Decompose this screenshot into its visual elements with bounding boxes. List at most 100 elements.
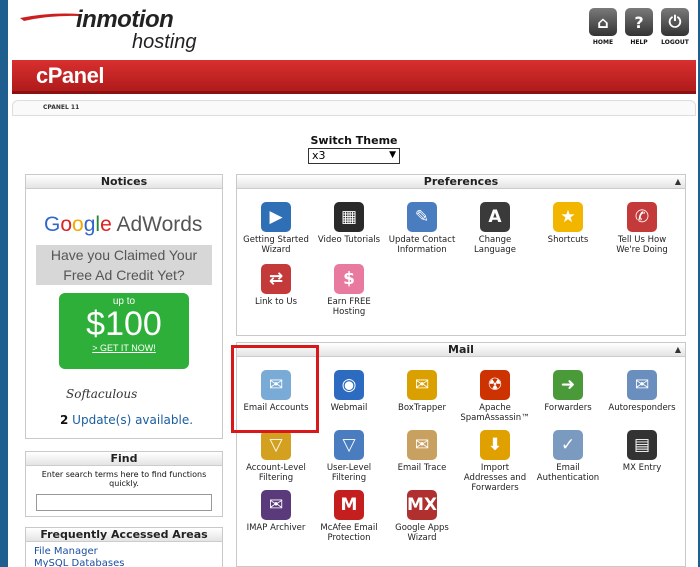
offer-button[interactable]: up to $100 > GET IT NOW! [59, 293, 189, 369]
home-icon: ⌂ [589, 8, 617, 36]
claim-line-2: Free Ad Credit Yet? [63, 267, 185, 283]
link-mysql-databases[interactable]: MySQL Databases [34, 558, 222, 567]
logo-letter: G [44, 213, 61, 236]
offer-cta: > GET IT NOW! [92, 343, 156, 353]
item-autoresponder[interactable]: ✉ Autoresponders [605, 367, 679, 413]
trace-icon: ✉ [407, 430, 437, 460]
theme-select[interactable]: x3 ▼ [308, 148, 400, 164]
help-icon: ? [625, 8, 653, 36]
item-wizard[interactable]: ▶ Getting Started Wizard [239, 199, 313, 255]
item-trap[interactable]: ✉ BoxTrapper [385, 367, 459, 413]
link-icon: ⇄ [261, 264, 291, 294]
server-icon: ▤ [627, 430, 657, 460]
logo-letter: o [72, 213, 84, 236]
item-label: Webmail [330, 403, 368, 413]
collapse-icon[interactable]: ▲ [675, 175, 681, 189]
notices-title: Notices [26, 175, 222, 189]
import-icon: ⬇ [480, 430, 510, 460]
logout-icon: ⏻ [661, 8, 689, 36]
item-label: MX Entry [622, 463, 662, 473]
item-user-filter[interactable]: ▽ User-Level Filtering [312, 427, 386, 483]
nav-home[interactable]: ⌂ HOME [588, 8, 618, 46]
inmotion-logo[interactable]: inmotion hosting [20, 6, 210, 56]
contact-icon: ✎ [407, 202, 437, 232]
item-import[interactable]: ⬇ Import Addresses and Forwarders [458, 427, 532, 493]
item-label: Forwarders [544, 403, 592, 413]
claim-banner[interactable]: Have you Claimed Your Free Ad Credit Yet… [36, 245, 212, 285]
notices-panel: Notices Google AdWords Have you Claimed … [25, 174, 223, 439]
chevron-down-icon: ▼ [389, 150, 396, 160]
find-title: Find [26, 452, 222, 466]
item-label: BoxTrapper [398, 403, 446, 413]
item-label: Video Tutorials [317, 235, 381, 245]
item-google-apps[interactable]: MX Google Apps Wizard [385, 487, 459, 543]
cpanel-header-bar: cPanel [12, 60, 696, 94]
find-panel: Find Enter search terms here to find fun… [25, 451, 223, 517]
find-description: Enter search terms here to find function… [41, 470, 207, 488]
item-forward[interactable]: ➜ Forwarders [531, 367, 605, 413]
nav-logout-label: LOGOUT [661, 39, 689, 46]
item-star[interactable]: ★ Shortcuts [531, 199, 605, 245]
preferences-panel: Preferences ▲ ▶ Getting Started Wizard ▦ Vi… [236, 174, 686, 336]
forward-icon: ➜ [553, 370, 583, 400]
star-icon: ★ [553, 202, 583, 232]
updates-link[interactable]: 2 Update(s) available. [60, 413, 193, 427]
brand-name: inmotion [76, 6, 174, 33]
breadcrumb-label: CPANEL 11 [43, 104, 80, 111]
language-icon: A [480, 202, 510, 232]
logo-letter: g [83, 213, 96, 236]
item-clapperboard[interactable]: ▦ Video Tutorials [312, 199, 386, 245]
globe-icon: ◉ [334, 370, 364, 400]
clapperboard-icon: ▦ [334, 202, 364, 232]
item-label: Apache SpamAssassin™ [460, 403, 530, 423]
brand-sub: hosting [132, 31, 197, 53]
offer-amount: $100 [86, 305, 162, 343]
item-piggy-bank[interactable]: $ Earn FREE Hosting [312, 261, 386, 317]
item-label: McAfee Email Protection [320, 523, 378, 543]
claim-line-1: Have you Claimed Your [50, 247, 198, 263]
item-label: Tell Us How We're Doing [616, 235, 668, 255]
item-label: Account-Level Filtering [246, 463, 306, 483]
theme-select-value: x3 [312, 149, 326, 162]
item-imap[interactable]: ✉ IMAP Archiver [239, 487, 313, 533]
switch-theme-label: Switch Theme [310, 134, 398, 147]
breadcrumb: CPANEL 11 [12, 100, 696, 116]
frequently-accessed-title: Frequently Accessed Areas [26, 528, 222, 542]
logo-letter: e [100, 213, 112, 236]
item-server[interactable]: ▤ MX Entry [605, 427, 679, 473]
preferences-title: Preferences ▲ [237, 175, 685, 189]
google-adwords-logo[interactable]: Google AdWords [44, 213, 202, 237]
item-label: Link to Us [255, 297, 297, 307]
link-file-manager[interactable]: File Manager [34, 546, 222, 558]
wizard-icon: ▶ [261, 202, 291, 232]
item-authentication[interactable]: ✓ Email Authentication [531, 427, 605, 483]
update-text: Update(s) available. [68, 413, 194, 427]
swoosh-icon [20, 13, 80, 21]
megaphone-icon: ✆ [627, 202, 657, 232]
nav-home-label: HOME [592, 39, 614, 46]
frequently-accessed-panel: Frequently Accessed Areas File Manager M… [25, 527, 223, 567]
item-link[interactable]: ⇄ Link to Us [239, 261, 313, 307]
item-label: User-Level Filtering [326, 463, 372, 483]
nav-logout[interactable]: ⏻ LOGOUT [660, 8, 690, 46]
item-contact[interactable]: ✎ Update Contact Information [385, 199, 459, 255]
item-label: Email Trace [397, 463, 447, 473]
collapse-icon[interactable]: ▲ [675, 343, 681, 357]
nav-help-label: HELP [630, 39, 648, 46]
item-language[interactable]: A Change Language [458, 199, 532, 255]
cpanel-page: inmotion hosting ⌂ HOME ? HELP ⏻ LOGOUT … [8, 0, 698, 567]
item-filter[interactable]: ▽ Account-Level Filtering [239, 427, 313, 483]
item-trace[interactable]: ✉ Email Trace [385, 427, 459, 473]
item-spamassassin[interactable]: ☢ Apache SpamAssassin™ [458, 367, 532, 423]
find-input[interactable] [36, 494, 212, 511]
piggy-bank-icon: $ [334, 264, 364, 294]
mail-title-text: Mail [448, 343, 474, 356]
item-megaphone[interactable]: ✆ Tell Us How We're Doing [605, 199, 679, 255]
preferences-title-text: Preferences [423, 175, 499, 188]
item-globe[interactable]: ◉ Webmail [312, 367, 386, 413]
user-filter-icon: ▽ [334, 430, 364, 460]
nav-help[interactable]: ? HELP [624, 8, 654, 46]
filter-icon: ▽ [261, 430, 291, 460]
switch-theme: Switch Theme x3 ▼ [308, 134, 400, 164]
item-mcafee[interactable]: M McAfee Email Protection [312, 487, 386, 543]
